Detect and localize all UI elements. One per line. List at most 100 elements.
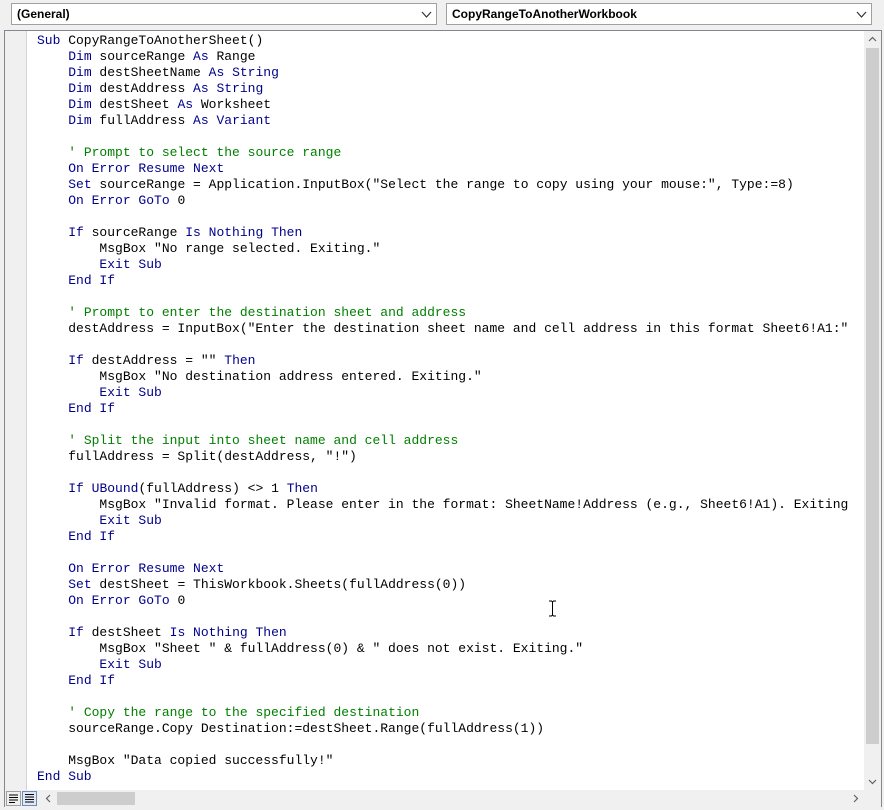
code-line[interactable]: If destSheet Is Nothing Then	[37, 625, 848, 641]
code-keyword: As	[193, 49, 209, 64]
code-line[interactable]: MsgBox "No destination address entered. …	[37, 369, 848, 385]
code-line[interactable]: Exit Sub	[37, 657, 848, 673]
code-text[interactable]: Sub CopyRangeToAnotherSheet() Dim source…	[37, 33, 848, 785]
full-module-view-icon[interactable]	[22, 791, 37, 806]
code-line[interactable]	[37, 289, 848, 305]
code-line[interactable]: On Error GoTo 0	[37, 193, 848, 209]
code-line[interactable]: ' Copy the range to the specified destin…	[37, 705, 848, 721]
code-token: destAddress	[91, 81, 194, 96]
code-line[interactable]: Exit Sub	[37, 257, 848, 273]
code-keyword: Dim	[68, 97, 92, 112]
code-pane[interactable]: Sub CopyRangeToAnotherSheet() Dim source…	[27, 31, 865, 790]
indicator-margin[interactable]	[5, 31, 27, 790]
code-keyword: Dim	[68, 113, 92, 128]
horizontal-scrollbar[interactable]	[40, 790, 864, 807]
code-line[interactable]: Set destSheet = ThisWorkbook.Sheets(full…	[37, 577, 848, 593]
code-line[interactable]: Exit Sub	[37, 385, 848, 401]
procedure-dropdown[interactable]: CopyRangeToAnotherWorkbook	[446, 3, 872, 25]
code-line[interactable]: fullAddress = Split(destAddress, "!")	[37, 449, 848, 465]
scroll-down-icon[interactable]	[864, 773, 881, 790]
code-editor: Sub CopyRangeToAnotherSheet() Dim source…	[4, 30, 882, 807]
code-keyword: Exit Sub	[99, 385, 162, 400]
code-token: 0	[169, 193, 186, 208]
code-line[interactable]	[37, 337, 848, 353]
code-line[interactable]: Dim destAddress As String	[37, 81, 848, 97]
code-keyword: As	[193, 81, 209, 96]
code-keyword: On Error GoTo	[68, 193, 170, 208]
horizontal-scroll-thumb[interactable]	[57, 792, 135, 805]
scroll-up-icon[interactable]	[864, 31, 881, 48]
code-keyword: String	[216, 81, 264, 96]
code-comment: ' Copy the range to the specified destin…	[68, 705, 420, 720]
code-keyword: On Error Resume Next	[68, 161, 225, 176]
code-line[interactable]: On Error GoTo 0	[37, 593, 848, 609]
code-line[interactable]: ' Prompt to enter the destination sheet …	[37, 305, 848, 321]
code-line[interactable]: If sourceRange Is Nothing Then	[37, 225, 848, 241]
code-line[interactable]	[37, 609, 848, 625]
code-line[interactable]: MsgBox "No range selected. Exiting."	[37, 241, 848, 257]
code-line[interactable]: End If	[37, 273, 848, 289]
code-keyword: As	[208, 65, 225, 80]
vertical-scrollbar[interactable]	[864, 31, 881, 790]
code-keyword: Is Nothing Then	[185, 225, 303, 240]
code-line[interactable]: Dim destSheetName As String	[37, 65, 848, 81]
code-line[interactable]: sourceRange.Copy Destination:=destSheet.…	[37, 721, 848, 737]
code-line[interactable]	[37, 417, 848, 433]
code-keyword: Exit Sub	[99, 657, 162, 672]
code-token: MsgBox "Invalid format. Please enter in …	[37, 497, 849, 512]
code-line[interactable]	[37, 689, 848, 705]
code-keyword: Dim	[68, 81, 92, 96]
scroll-left-icon[interactable]	[40, 790, 57, 807]
code-keyword: If	[68, 481, 84, 496]
code-comment: ' Split the input into sheet name and ce…	[68, 433, 459, 448]
code-token: MsgBox "No destination address entered. …	[37, 369, 482, 384]
code-line[interactable]: End If	[37, 529, 848, 545]
code-line[interactable]	[37, 545, 848, 561]
code-line[interactable]	[37, 209, 848, 225]
code-line[interactable]: Dim sourceRange As Range	[37, 49, 848, 65]
code-line[interactable]: End If	[37, 401, 848, 417]
code-line[interactable]	[37, 129, 848, 145]
code-line[interactable]: destAddress = InputBox("Enter the destin…	[37, 321, 848, 337]
code-line[interactable]: Dim fullAddress As Variant	[37, 113, 848, 129]
procedure-view-icon[interactable]	[6, 791, 21, 806]
code-keyword: End If	[68, 673, 116, 688]
code-line[interactable]	[37, 465, 848, 481]
code-line[interactable]: If destAddress = "" Then	[37, 353, 848, 369]
code-line[interactable]: Dim destSheet As Worksheet	[37, 97, 848, 113]
code-line[interactable]: Set sourceRange = Application.InputBox("…	[37, 177, 848, 193]
code-line[interactable]: End Sub	[37, 769, 848, 785]
code-keyword: As	[177, 97, 194, 112]
code-token: destSheet	[83, 625, 170, 640]
code-line[interactable]: On Error Resume Next	[37, 161, 848, 177]
code-line[interactable]	[37, 737, 848, 753]
code-line[interactable]: If UBound(fullAddress) <> 1 Then	[37, 481, 848, 497]
object-dropdown[interactable]: (General)	[11, 3, 437, 25]
code-line[interactable]: End If	[37, 673, 848, 689]
code-line[interactable]: ' Prompt to select the source range	[37, 145, 848, 161]
code-keyword: If	[68, 225, 84, 240]
code-line[interactable]: MsgBox "Sheet " & fullAddress(0) & " doe…	[37, 641, 848, 657]
code-keyword: End Sub	[37, 769, 92, 784]
code-token: destAddress = InputBox("Enter the destin…	[37, 321, 849, 336]
scroll-right-icon[interactable]	[847, 790, 864, 807]
code-token: MsgBox "Sheet " & fullAddress(0) & " doe…	[37, 641, 584, 656]
code-line[interactable]: Exit Sub	[37, 513, 848, 529]
code-line[interactable]: On Error Resume Next	[37, 561, 848, 577]
code-token: destAddress = ""	[83, 353, 225, 368]
code-line[interactable]: Sub CopyRangeToAnotherSheet()	[37, 33, 848, 49]
code-keyword: Then	[286, 481, 318, 496]
code-line[interactable]: MsgBox "Invalid format. Please enter in …	[37, 497, 848, 513]
vertical-scroll-thumb[interactable]	[866, 48, 879, 744]
code-keyword: End If	[68, 273, 116, 288]
code-line[interactable]: MsgBox "Data copied successfully!"	[37, 753, 848, 769]
code-line[interactable]: ' Split the input into sheet name and ce…	[37, 433, 848, 449]
